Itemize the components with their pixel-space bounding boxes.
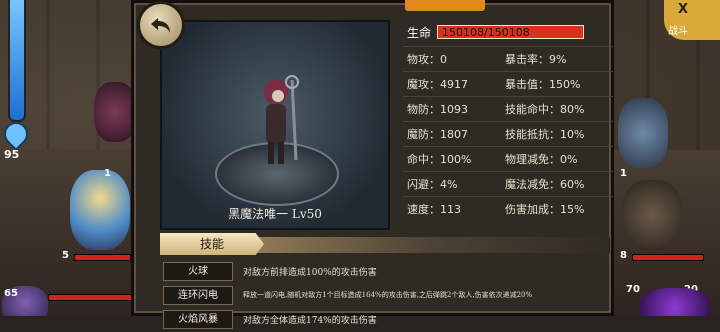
enemy-counter-1: 70 [626, 284, 640, 295]
stat-cell: 魔防：1807 [407, 128, 468, 141]
hero-level-badge: 1 [104, 168, 111, 179]
stat-cell: 暴击值：150% [505, 78, 581, 91]
stat-cell: 伤害加成：15% [505, 203, 585, 216]
mana-value: 95 [4, 148, 20, 161]
stat-cell: 技能命中：80% [505, 103, 585, 116]
skill-name-button[interactable]: 连环闪电 [163, 285, 233, 305]
skill-description: 对敌方全体造成174%的攻击伤害 [243, 315, 377, 326]
unit-preview: 黑魔法唯一 Lv50 [160, 20, 390, 230]
stat-cell: 物攻：0 [407, 53, 447, 66]
stat-cell: 速度：113 [407, 203, 461, 216]
back-arrow-icon [151, 18, 170, 33]
enemy-level-badge: 1 [620, 168, 627, 179]
stat-cell: 暴击率：9% [505, 53, 567, 66]
list-item: 连环闪电 释放一道闪电,随机对敌方1个目标造成164%的攻击伤害,之后弹跳2个敌… [163, 284, 608, 306]
skill-description: 对敌方前排造成100%的攻击伤害 [243, 267, 377, 278]
hero-bottom-level: 65 [4, 288, 18, 299]
stat-row: 速度：113 伤害加成：15% [403, 196, 613, 221]
close-icon: X [678, 2, 689, 17]
unit-name: 黑魔法唯一 Lv50 [228, 207, 322, 221]
panel-accent-tab [405, 0, 485, 11]
stat-row: 物防：1093 技能命中：80% [403, 96, 613, 121]
corner-label: 战斗 [668, 26, 688, 37]
hero-bottom-hp-bar [48, 294, 132, 301]
stat-cell: 物理减免：0% [505, 153, 578, 166]
mana-bar [8, 0, 26, 122]
enemy-bat-sprite [94, 82, 136, 142]
skill-name-button[interactable]: 火焰风暴 [163, 309, 233, 329]
stat-row: 命中：100% 物理减免：0% [403, 146, 613, 171]
stat-row: 闪避：4% 魔法减免：60% [403, 171, 613, 196]
enemy-hp-count: 8 [620, 250, 627, 261]
stat-cell: 物防：1093 [407, 103, 468, 116]
unit-model [264, 75, 299, 164]
hp-row: 生命 150108/150108 [403, 20, 613, 44]
hero-sprite-left[interactable] [70, 170, 130, 250]
enemy-sprite-mid[interactable] [622, 180, 682, 250]
stat-cell: 闪避：4% [407, 178, 458, 191]
skill-name-button[interactable]: 火球 [163, 261, 233, 281]
hp-bar: 150108/150108 [437, 25, 584, 39]
hero-hp-bar [74, 254, 131, 261]
stat-row: 魔防：1807 技能抵抗：10% [403, 121, 613, 146]
stat-row: 物攻：0 暴击率：9% [403, 46, 613, 71]
enemy-sprite-top[interactable] [618, 98, 668, 168]
stat-cell: 技能抵抗：10% [505, 128, 585, 141]
back-button[interactable] [137, 1, 185, 49]
stat-cell: 命中：100% [407, 153, 472, 166]
enemy-hp-bar [632, 254, 704, 261]
tab-skills[interactable]: 技能 [160, 233, 264, 255]
stat-grid: 物攻：0 暴击率：9% 魔攻：4917 暴击值：150% 物防：1093 技能命… [403, 46, 613, 221]
list-item: 火球 对敌方前排造成100%的攻击伤害 [163, 260, 608, 282]
skill-list: 火球 对敌方前排造成100%的攻击伤害 连环闪电 释放一道闪电,随机对敌方1个目… [163, 260, 608, 332]
skill-description: 释放一道闪电,随机对敌方1个目标造成164%的攻击伤害,之后弹跳2个敌人,伤害依… [243, 291, 533, 299]
stat-cell: 魔攻：4917 [407, 78, 468, 91]
hero-hp-count: 5 [62, 250, 69, 261]
stat-row: 魔攻：4917 暴击值：150% [403, 71, 613, 96]
list-item: 火焰风暴 对敌方全体造成174%的攻击伤害 [163, 308, 608, 330]
stat-cell: 魔法减免：60% [505, 178, 585, 191]
enemy-sprite-bottom [640, 288, 710, 316]
hp-label: 生命 [407, 25, 432, 40]
battle-corner-button[interactable]: X 战斗 [664, 0, 720, 40]
